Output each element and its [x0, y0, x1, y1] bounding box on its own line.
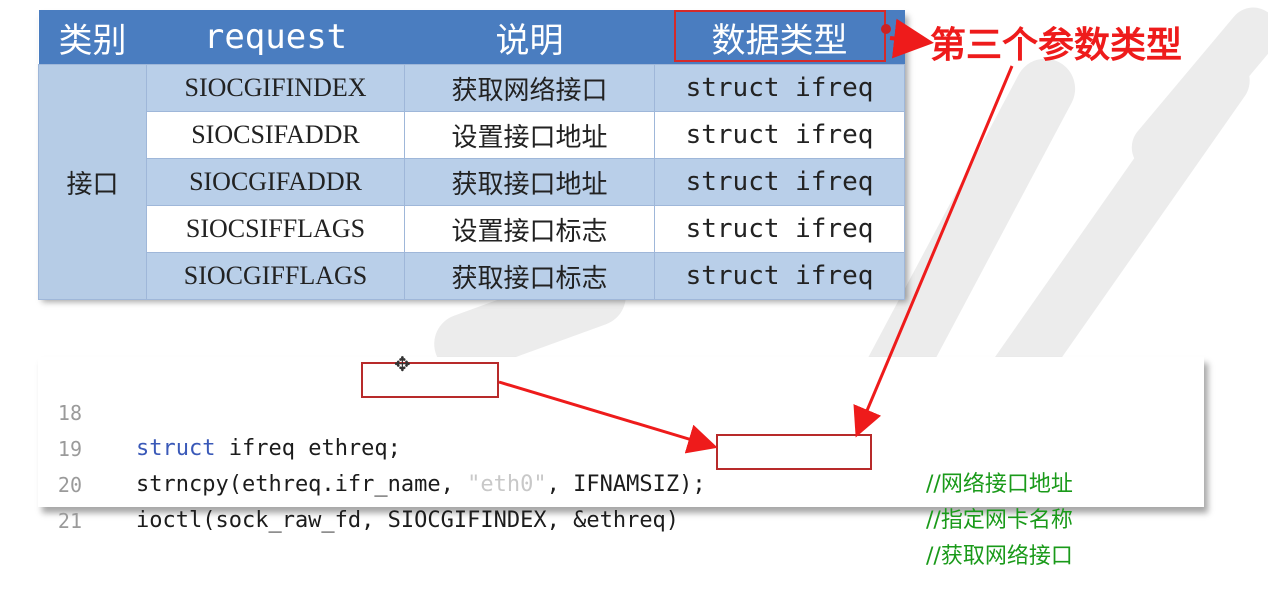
annotation-arrows	[498, 18, 1014, 454]
arrow-ethreq-to-argument	[498, 380, 718, 454]
arrow-to-argument	[853, 65, 1014, 438]
arrow-to-label	[889, 18, 934, 59]
code-comment: //获取网络接口	[926, 544, 1073, 569]
